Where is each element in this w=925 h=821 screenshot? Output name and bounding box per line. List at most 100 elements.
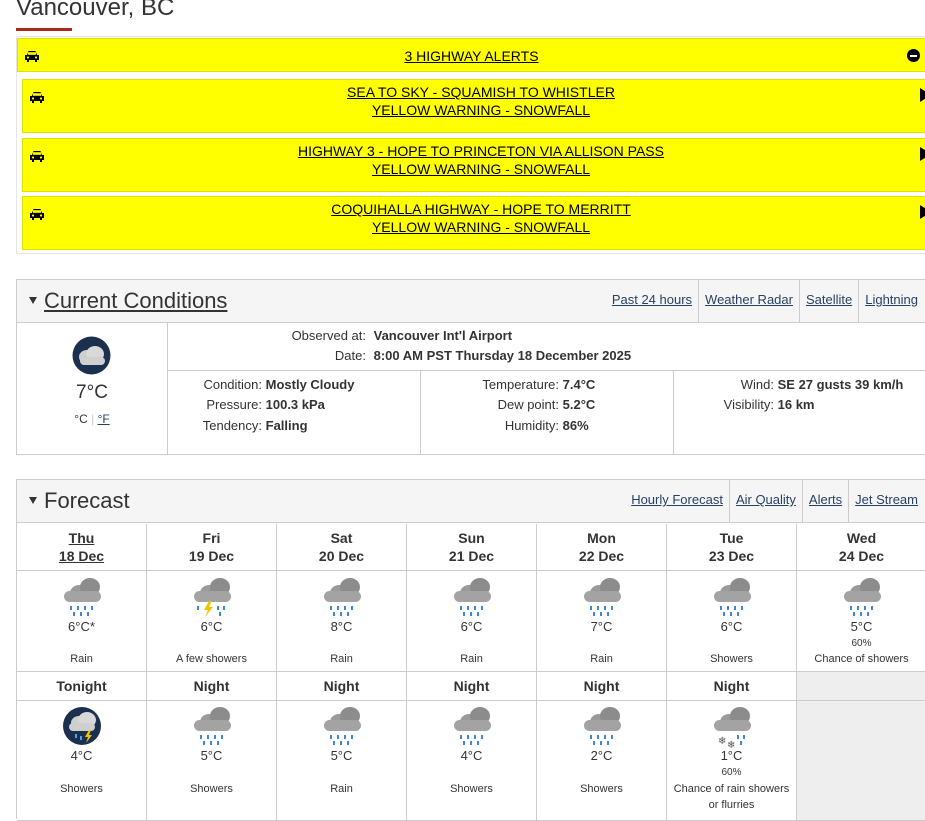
- forecast-night-cell[interactable]: 5°C Showers: [147, 701, 277, 821]
- svg-text:❄: ❄: [718, 736, 726, 747]
- expand-arrow-icon[interactable]: [920, 147, 925, 161]
- forecast-day-summary: Rain: [590, 653, 613, 665]
- alert-title[interactable]: HIGHWAY 3 - HOPE TO PRINCETON VIA ALLISO…: [23, 143, 925, 159]
- forecast-night-cell[interactable]: ❄ ❄ 1°C 60% Chance of rain showers or flurrie…: [667, 701, 797, 821]
- alert-warning[interactable]: YELLOW WARNING - SNOWFALL: [23, 219, 925, 235]
- forecast-day-cell[interactable]: 6°C Rain: [407, 571, 537, 672]
- alert-title[interactable]: COQUIHALLA HIGHWAY - HOPE TO MERRITT: [23, 201, 925, 217]
- forecast-day-header[interactable]: Wed 24 Dec: [797, 524, 925, 571]
- dew-point-value: 5.2°C: [562, 397, 596, 412]
- forecast-day-cell[interactable]: 6°C A few showers: [147, 571, 277, 672]
- observed-at-label: Observed at:: [291, 328, 366, 343]
- night-showers-icon: [63, 707, 101, 745]
- dew-point-label: Dew point:: [497, 397, 559, 412]
- forecast-day-name[interactable]: Tue: [667, 530, 796, 546]
- forecast-night-name: Night: [713, 678, 750, 694]
- alerts-header[interactable]: 3 HIGHWAY ALERTS: [17, 38, 925, 72]
- forecast-day-date[interactable]: 20 Dec: [277, 548, 406, 564]
- forecast-day-name[interactable]: Wed: [797, 530, 925, 546]
- alert-warning[interactable]: YELLOW WARNING - SNOWFALL: [23, 161, 925, 177]
- current-conditions-header: Current Conditions Past 24 hours Weather…: [17, 280, 925, 323]
- humidity-value: 86%: [562, 418, 589, 433]
- forecast-night-summary: Showers: [190, 783, 233, 795]
- alerts-link[interactable]: Alerts: [801, 480, 848, 522]
- rain-icon: [584, 578, 621, 616]
- forecast-day-header[interactable]: Mon 22 Dec: [537, 524, 667, 571]
- forecast-day-temp: 6°C: [720, 619, 743, 634]
- expand-arrow-icon[interactable]: [920, 88, 925, 102]
- forecast-day-header[interactable]: Tue 23 Dec: [667, 524, 797, 571]
- forecast-day-cell[interactable]: 7°C Rain: [537, 571, 667, 672]
- current-conditions-heading[interactable]: Current Conditions: [44, 288, 227, 314]
- collapse-icon[interactable]: [907, 49, 920, 62]
- forecast-day-cell[interactable]: 6°C Showers: [667, 571, 797, 672]
- forecast-day-header[interactable]: Fri 19 Dec: [147, 524, 277, 571]
- collapse-caret-icon[interactable]: [29, 497, 37, 504]
- alert-warning[interactable]: YELLOW WARNING - SNOWFALL: [23, 102, 925, 118]
- rain-snow-icon: ❄ ❄: [714, 707, 751, 748]
- forecast-day-name[interactable]: Sun: [407, 530, 536, 546]
- hourly-forecast-link[interactable]: Hourly Forecast: [625, 480, 729, 522]
- forecast-day-name[interactable]: Thu: [17, 530, 146, 546]
- satellite-link[interactable]: Satellite: [798, 280, 858, 322]
- forecast-night-cell[interactable]: 4°C Showers: [407, 701, 537, 821]
- forecast-day-cell[interactable]: 6°C* Rain: [17, 571, 147, 672]
- alert-item[interactable]: SEA TO SKY - SQUAMISH TO WHISTLER YELLOW…: [22, 79, 925, 133]
- forecast-day-date[interactable]: 21 Dec: [407, 548, 536, 564]
- mostly-cloudy-night-icon: [72, 336, 111, 375]
- thunder-showers-icon: [194, 578, 231, 617]
- forecast-day-cell[interactable]: 5°C 60% Chance of showers: [797, 571, 925, 672]
- alert-item[interactable]: HIGHWAY 3 - HOPE TO PRINCETON VIA ALLISO…: [22, 138, 925, 192]
- past-24-hours-link[interactable]: Past 24 hours: [606, 280, 698, 322]
- alert-item[interactable]: COQUIHALLA HIGHWAY - HOPE TO MERRITT YEL…: [22, 196, 925, 250]
- forecast-night-summary: Showers: [60, 783, 103, 795]
- forecast-day-name[interactable]: Fri: [147, 530, 276, 546]
- forecast-day-cell[interactable]: 8°C Rain: [277, 571, 407, 672]
- forecast-night-summary: Rain: [330, 783, 353, 795]
- forecast-day-date[interactable]: 23 Dec: [667, 548, 796, 564]
- fahrenheit-link[interactable]: °F: [98, 412, 110, 426]
- weather-radar-link[interactable]: Weather Radar: [698, 280, 799, 322]
- forecast-night-cell[interactable]: 5°C Rain: [277, 701, 407, 821]
- collapse-caret-icon[interactable]: [29, 297, 37, 304]
- forecast-day-name[interactable]: Mon: [537, 530, 666, 546]
- forecast-day-header[interactable]: Sat 20 Dec: [277, 524, 407, 571]
- forecast-day-name[interactable]: Sat: [277, 530, 406, 546]
- lightning-link[interactable]: Lightning: [858, 280, 924, 322]
- forecast-links: Hourly Forecast Air Quality Alerts Jet S…: [625, 480, 924, 522]
- forecast-night-summary: Showers: [580, 783, 623, 795]
- forecast-day-date[interactable]: 24 Dec: [797, 548, 925, 564]
- forecast-day-summary: Rain: [460, 653, 483, 665]
- forecast-night-summary: Chance of rain showers: [673, 783, 790, 795]
- forecast-night-temp: 1°C: [720, 748, 743, 763]
- forecast-day-date[interactable]: 18 Dec: [17, 548, 146, 564]
- forecast-day-summary: Rain: [330, 653, 353, 665]
- alerts-header-link[interactable]: 3 HIGHWAY ALERTS: [18, 48, 925, 64]
- alert-title[interactable]: SEA TO SKY - SQUAMISH TO WHISTLER: [23, 84, 925, 100]
- air-quality-link[interactable]: Air Quality: [728, 480, 802, 522]
- highway-alerts: 3 HIGHWAY ALERTS SEA TO SKY - SQUAMISH T…: [16, 36, 925, 254]
- forecast-night-temp: 5°C: [330, 748, 353, 763]
- conditions-column-3: Wind: SE 27 gusts 39 km/h Visibility: 16…: [674, 371, 924, 454]
- forecast-night-header: Night: [277, 672, 407, 701]
- rain-icon: [324, 707, 361, 745]
- jet-stream-link[interactable]: Jet Stream: [848, 480, 924, 522]
- forecast-night-temp: 2°C: [590, 748, 613, 763]
- forecast-night-cell[interactable]: 4°C Showers: [17, 701, 147, 821]
- forecast-day-date[interactable]: 19 Dec: [147, 548, 276, 564]
- wind-value: SE 27 gusts 39 km/h: [777, 377, 904, 392]
- forecast-day-date[interactable]: 22 Dec: [537, 548, 666, 564]
- forecast-day-summary: Rain: [70, 653, 93, 665]
- forecast-day-header[interactable]: Thu 18 Dec: [17, 524, 147, 571]
- forecast-night-cell[interactable]: 2°C Showers: [537, 701, 667, 821]
- temperature-label: Temperature:: [482, 377, 559, 392]
- expand-arrow-icon[interactable]: [920, 205, 925, 219]
- forecast-day-summary: A few showers: [176, 653, 247, 665]
- visibility-value: 16 km: [777, 397, 815, 412]
- forecast-day-header[interactable]: Sun 21 Dec: [407, 524, 537, 571]
- celsius-unit: °C: [74, 412, 88, 426]
- forecast-panel: Forecast Hourly Forecast Air Quality Ale…: [16, 479, 925, 821]
- forecast-day-temp: 5°C: [850, 619, 873, 634]
- forecast-day-temp: 6°C*: [68, 619, 95, 634]
- rain-icon: [64, 578, 101, 616]
